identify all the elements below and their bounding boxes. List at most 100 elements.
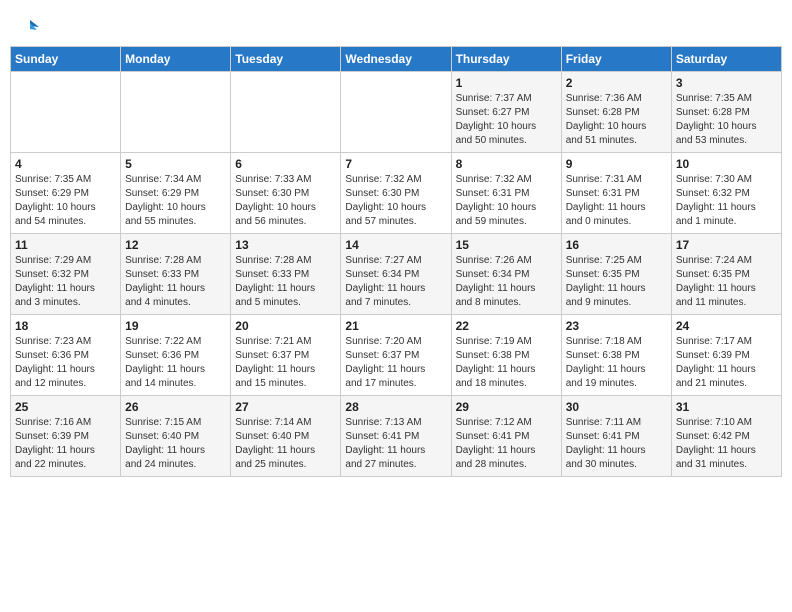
day-info: Sunrise: 7:28 AMSunset: 6:33 PMDaylight:… bbox=[235, 254, 336, 310]
day-number: 7 bbox=[345, 157, 446, 171]
calendar-cell: 21 Sunrise: 7:20 AMSunset: 6:37 PMDayligh… bbox=[341, 315, 451, 396]
calendar-cell: 28 Sunrise: 7:13 AMSunset: 6:41 PMDayligh… bbox=[341, 396, 451, 477]
day-number: 8 bbox=[456, 157, 557, 171]
calendar-week-row: 25Sunrise: 7:16 AMSunset: 6:39 PMDayligh… bbox=[11, 396, 782, 477]
day-number: 19 bbox=[125, 319, 226, 333]
day-info: Sunrise: 7:12 AMSunset: 6:41 PMDaylight:… bbox=[456, 416, 557, 472]
calendar-cell: 7Sunrise: 7:32 AMSunset: 6:30 PMDaylight… bbox=[341, 153, 451, 234]
day-info: Sunrise: 7:29 AMSunset: 6:32 PMDaylight:… bbox=[15, 254, 116, 310]
day-number: 23 bbox=[566, 319, 667, 333]
day-number: 24 bbox=[676, 319, 777, 333]
day-number: 21 bbox=[345, 319, 446, 333]
day-number: 28 bbox=[345, 400, 446, 414]
calendar-cell: 20Sunrise: 7:21 AMSunset: 6:37 PMDayligh… bbox=[231, 315, 341, 396]
day-number: 17 bbox=[676, 238, 777, 252]
day-info: Sunrise: 7:18 AMSunset: 6:38 PMDaylight:… bbox=[566, 335, 667, 391]
calendar-cell: 15 Sunrise: 7:26 AMSunset: 6:34 PMDayligh… bbox=[451, 234, 561, 315]
day-info: Sunrise: 7:28 AMSunset: 6:33 PMDaylight:… bbox=[125, 254, 226, 310]
weekday-header-row: SundayMondayTuesdayWednesdayThursdayFrid… bbox=[11, 47, 782, 72]
day-info: Sunrise: 7:14 AMSunset: 6:40 PMDaylight:… bbox=[235, 416, 336, 472]
day-number: 12 bbox=[125, 238, 226, 252]
calendar-cell: 30 Sunrise: 7:11 AMSunset: 6:41 PMDayligh… bbox=[561, 396, 671, 477]
weekday-header-thursday: Thursday bbox=[451, 47, 561, 72]
day-info: Sunrise: 7:30 AMSunset: 6:32 PMDaylight:… bbox=[676, 173, 777, 229]
day-info: Sunrise: 7:13 AMSunset: 6:41 PMDaylight:… bbox=[345, 416, 446, 472]
calendar-cell: 27 Sunrise: 7:14 AMSunset: 6:40 PMDayligh… bbox=[231, 396, 341, 477]
calendar-cell: 23 Sunrise: 7:18 AMSunset: 6:38 PMDayligh… bbox=[561, 315, 671, 396]
logo bbox=[20, 18, 39, 36]
day-info: Sunrise: 7:36 AMSunset: 6:28 PMDaylight:… bbox=[566, 92, 667, 148]
weekday-header-saturday: Saturday bbox=[671, 47, 781, 72]
calendar-body: 1Sunrise: 7:37 AMSunset: 6:27 PMDaylight… bbox=[11, 72, 782, 477]
day-number: 2 bbox=[566, 76, 667, 90]
day-number: 20 bbox=[235, 319, 336, 333]
day-number: 13 bbox=[235, 238, 336, 252]
logo-bird-icon bbox=[21, 18, 39, 36]
day-number: 1 bbox=[456, 76, 557, 90]
page-header bbox=[10, 10, 782, 40]
calendar-cell: 4Sunrise: 7:35 AMSunset: 6:29 PMDaylight… bbox=[11, 153, 121, 234]
day-number: 4 bbox=[15, 157, 116, 171]
day-number: 5 bbox=[125, 157, 226, 171]
calendar-week-row: 1Sunrise: 7:37 AMSunset: 6:27 PMDaylight… bbox=[11, 72, 782, 153]
weekday-header-tuesday: Tuesday bbox=[231, 47, 341, 72]
calendar-cell: 1Sunrise: 7:37 AMSunset: 6:27 PMDaylight… bbox=[451, 72, 561, 153]
calendar-week-row: 4Sunrise: 7:35 AMSunset: 6:29 PMDaylight… bbox=[11, 153, 782, 234]
calendar-cell: 12 Sunrise: 7:28 AMSunset: 6:33 PMDayligh… bbox=[121, 234, 231, 315]
calendar-week-row: 18 Sunrise: 7:23 AMSunset: 6:36 PMDayligh… bbox=[11, 315, 782, 396]
calendar-cell: 16 Sunrise: 7:25 AMSunset: 6:35 PMDayligh… bbox=[561, 234, 671, 315]
calendar-cell bbox=[341, 72, 451, 153]
day-number: 25 bbox=[15, 400, 116, 414]
day-info: Sunrise: 7:24 AMSunset: 6:35 PMDaylight:… bbox=[676, 254, 777, 310]
day-info: Sunrise: 7:20 AMSunset: 6:37 PMDaylight:… bbox=[345, 335, 446, 391]
day-info: Sunrise: 7:15 AMSunset: 6:40 PMDaylight:… bbox=[125, 416, 226, 472]
calendar-cell bbox=[121, 72, 231, 153]
calendar-cell: 8 Sunrise: 7:32 AMSunset: 6:31 PMDaylight… bbox=[451, 153, 561, 234]
day-info: Sunrise: 7:10 AMSunset: 6:42 PMDaylight:… bbox=[676, 416, 777, 472]
day-info: Sunrise: 7:27 AMSunset: 6:34 PMDaylight:… bbox=[345, 254, 446, 310]
calendar-cell: 5 Sunrise: 7:34 AMSunset: 6:29 PMDaylight… bbox=[121, 153, 231, 234]
day-info: Sunrise: 7:31 AMSunset: 6:31 PMDaylight:… bbox=[566, 173, 667, 229]
day-number: 30 bbox=[566, 400, 667, 414]
day-number: 3 bbox=[676, 76, 777, 90]
calendar-cell: 14Sunrise: 7:27 AMSunset: 6:34 PMDayligh… bbox=[341, 234, 451, 315]
day-info: Sunrise: 7:19 AMSunset: 6:38 PMDaylight:… bbox=[456, 335, 557, 391]
calendar-cell: 26 Sunrise: 7:15 AMSunset: 6:40 PMDayligh… bbox=[121, 396, 231, 477]
calendar-cell: 2 Sunrise: 7:36 AMSunset: 6:28 PMDaylight… bbox=[561, 72, 671, 153]
day-number: 16 bbox=[566, 238, 667, 252]
day-info: Sunrise: 7:26 AMSunset: 6:34 PMDaylight:… bbox=[456, 254, 557, 310]
day-info: Sunrise: 7:32 AMSunset: 6:31 PMDaylight:… bbox=[456, 173, 557, 229]
day-number: 26 bbox=[125, 400, 226, 414]
day-info: Sunrise: 7:11 AMSunset: 6:41 PMDaylight:… bbox=[566, 416, 667, 472]
day-number: 15 bbox=[456, 238, 557, 252]
calendar-week-row: 11Sunrise: 7:29 AMSunset: 6:32 PMDayligh… bbox=[11, 234, 782, 315]
day-info: Sunrise: 7:34 AMSunset: 6:29 PMDaylight:… bbox=[125, 173, 226, 229]
day-info: Sunrise: 7:35 AMSunset: 6:28 PMDaylight:… bbox=[676, 92, 777, 148]
day-number: 10 bbox=[676, 157, 777, 171]
day-number: 9 bbox=[566, 157, 667, 171]
calendar-cell: 13 Sunrise: 7:28 AMSunset: 6:33 PMDayligh… bbox=[231, 234, 341, 315]
day-number: 18 bbox=[15, 319, 116, 333]
calendar-cell: 22Sunrise: 7:19 AMSunset: 6:38 PMDayligh… bbox=[451, 315, 561, 396]
calendar-cell: 25Sunrise: 7:16 AMSunset: 6:39 PMDayligh… bbox=[11, 396, 121, 477]
day-number: 27 bbox=[235, 400, 336, 414]
calendar-header: SundayMondayTuesdayWednesdayThursdayFrid… bbox=[11, 47, 782, 72]
calendar-cell: 3 Sunrise: 7:35 AMSunset: 6:28 PMDaylight… bbox=[671, 72, 781, 153]
day-number: 31 bbox=[676, 400, 777, 414]
calendar-cell: 18 Sunrise: 7:23 AMSunset: 6:36 PMDayligh… bbox=[11, 315, 121, 396]
calendar-cell: 19 Sunrise: 7:22 AMSunset: 6:36 PMDayligh… bbox=[121, 315, 231, 396]
calendar-cell: 10 Sunrise: 7:30 AMSunset: 6:32 PMDayligh… bbox=[671, 153, 781, 234]
weekday-header-wednesday: Wednesday bbox=[341, 47, 451, 72]
calendar-cell: 6Sunrise: 7:33 AMSunset: 6:30 PMDaylight… bbox=[231, 153, 341, 234]
calendar-cell bbox=[11, 72, 121, 153]
calendar-table: SundayMondayTuesdayWednesdayThursdayFrid… bbox=[10, 46, 782, 477]
calendar-cell: 29Sunrise: 7:12 AMSunset: 6:41 PMDayligh… bbox=[451, 396, 561, 477]
day-info: Sunrise: 7:22 AMSunset: 6:36 PMDaylight:… bbox=[125, 335, 226, 391]
day-info: Sunrise: 7:25 AMSunset: 6:35 PMDaylight:… bbox=[566, 254, 667, 310]
calendar-cell: 24Sunrise: 7:17 AMSunset: 6:39 PMDayligh… bbox=[671, 315, 781, 396]
calendar-cell: 17 Sunrise: 7:24 AMSunset: 6:35 PMDayligh… bbox=[671, 234, 781, 315]
day-number: 6 bbox=[235, 157, 336, 171]
weekday-header-friday: Friday bbox=[561, 47, 671, 72]
weekday-header-monday: Monday bbox=[121, 47, 231, 72]
day-info: Sunrise: 7:23 AMSunset: 6:36 PMDaylight:… bbox=[15, 335, 116, 391]
